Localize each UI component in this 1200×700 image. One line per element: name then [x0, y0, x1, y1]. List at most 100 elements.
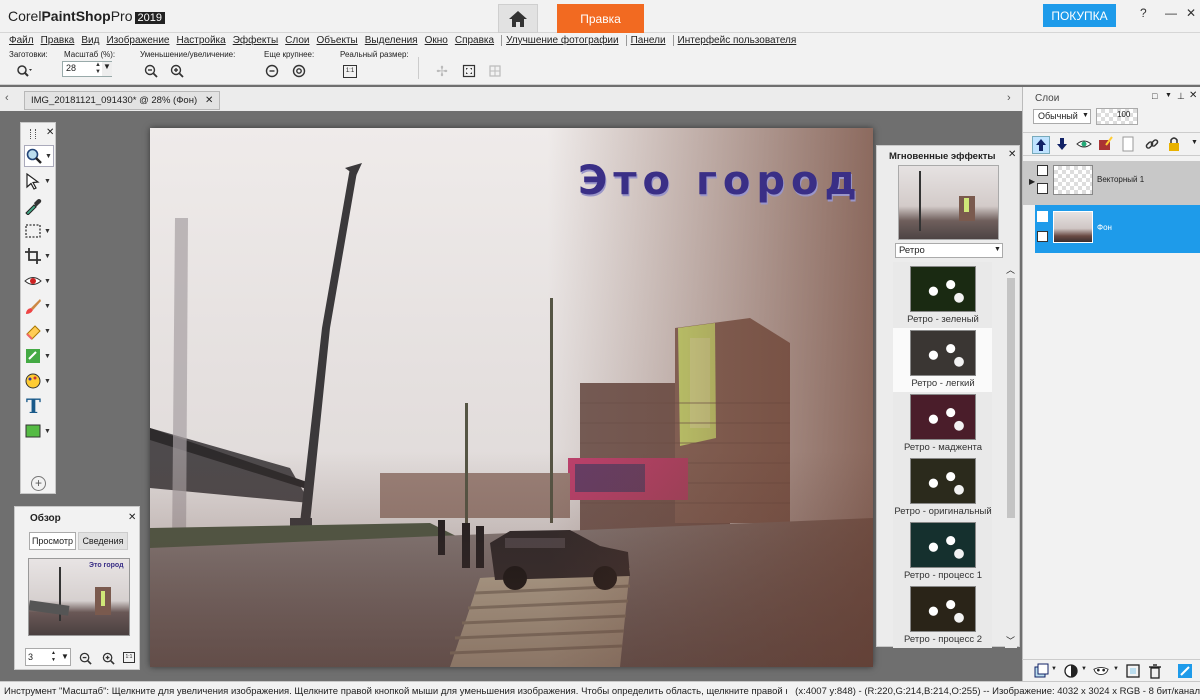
close-window-icon[interactable]: ✕: [1186, 6, 1196, 20]
effect-item-retro-process-1[interactable]: Ретро - процесс 1: [893, 520, 992, 584]
layer-row-background[interactable]: Фон: [1035, 205, 1200, 253]
color-tool[interactable]: ▼: [24, 370, 54, 392]
effect-item-retro-magenta[interactable]: Ретро - маджента: [893, 392, 992, 456]
tab-edit[interactable]: Правка: [557, 4, 644, 33]
layers-pin-icon[interactable]: ⊥: [1177, 91, 1185, 102]
effect-item-retro-green[interactable]: Ретро - зеленый: [893, 264, 992, 328]
zoom-more-out-button[interactable]: [264, 63, 280, 79]
tool-caret-icon[interactable]: ▼: [44, 328, 51, 335]
menu-image[interactable]: Изображение: [106, 35, 169, 46]
tab-info[interactable]: Сведения: [78, 532, 128, 550]
overview-thumbnail[interactable]: Это город: [28, 558, 130, 636]
blend-dropdown-icon[interactable]: ▼: [1082, 112, 1089, 119]
image-title-text[interactable]: Это город: [578, 158, 863, 204]
lock-layer-button[interactable]: [1166, 136, 1184, 154]
menu-objects[interactable]: Объекты: [317, 35, 358, 46]
opacity-field[interactable]: 100: [1096, 108, 1138, 125]
category-dropdown-icon[interactable]: ▼: [994, 246, 1001, 253]
tabs-scroll-right-icon[interactable]: ›: [1007, 92, 1011, 104]
effect-item-retro-process-2[interactable]: Ретро - процесс 2: [893, 584, 992, 648]
delete-layer-button[interactable]: [1147, 663, 1163, 679]
overview-zoom-input[interactable]: 3 ▲ ▼ ▼: [25, 648, 71, 666]
layer-visibility-button[interactable]: [1076, 136, 1094, 154]
tool-caret-icon[interactable]: ▼: [44, 303, 51, 310]
fill-tool[interactable]: ▼: [24, 345, 54, 367]
adjustment-layer-button[interactable]: [1063, 663, 1079, 679]
menu-effects[interactable]: Эффекты: [233, 35, 278, 46]
effect-item-retro-original[interactable]: Ретро - оригинальный: [893, 456, 992, 520]
document-tab[interactable]: IMG_20181121_091430* @ 28% (Фон) ✕: [24, 91, 220, 110]
overview-actual-size-button[interactable]: 1:1: [123, 652, 135, 663]
tabs-scroll-left-icon[interactable]: ‹: [5, 92, 9, 104]
adjustment-dropdown-icon[interactable]: ▼: [1081, 666, 1087, 672]
scroll-down-icon[interactable]: ﹀: [1006, 634, 1015, 647]
move-layer-up-button[interactable]: [1032, 136, 1050, 154]
layer-expand-icon[interactable]: ▶: [1029, 177, 1035, 186]
menu-edit[interactable]: Правка: [41, 35, 75, 46]
eraser-tool[interactable]: ▼: [24, 320, 54, 342]
menu-adjust[interactable]: Настройка: [176, 35, 225, 46]
mask-dropdown-icon[interactable]: ▼: [1113, 666, 1119, 672]
layers-close-icon[interactable]: ✕: [1189, 90, 1197, 101]
mask-button[interactable]: [1093, 663, 1109, 679]
shape-tool[interactable]: ▼: [24, 420, 54, 442]
buy-button[interactable]: ПОКУПКА: [1043, 4, 1116, 27]
home-button[interactable]: [498, 4, 538, 33]
pick-tool[interactable]: ▼: [24, 170, 54, 192]
layer-properties-button[interactable]: [1177, 663, 1193, 679]
overview-zoom-in-button[interactable]: [100, 650, 116, 666]
tool-caret-icon[interactable]: ▼: [45, 153, 52, 160]
layer-visibility-icon[interactable]: [1037, 183, 1048, 194]
overview-close-icon[interactable]: ✕: [128, 512, 136, 523]
move-layer-down-button[interactable]: [1054, 136, 1072, 154]
overview-zoom-spinner[interactable]: ▲ ▼: [51, 650, 56, 664]
redeye-tool[interactable]: ▼: [24, 270, 54, 292]
menu-palettes[interactable]: Панели: [631, 35, 666, 46]
close-tab-icon[interactable]: ✕: [205, 95, 213, 106]
scroll-up-icon[interactable]: ︿: [1006, 263, 1015, 276]
text-tool[interactable]: T: [24, 394, 54, 418]
menu-view[interactable]: Вид: [81, 35, 99, 46]
tab-preview[interactable]: Просмотр: [29, 532, 76, 550]
layer-tools-dropdown-icon[interactable]: ▼: [1191, 139, 1198, 146]
toolbar-grip-icon[interactable]: [30, 129, 36, 139]
add-tool-icon[interactable]: +: [31, 476, 46, 491]
presets-dropdown[interactable]: [16, 63, 32, 79]
layer-mask-button[interactable]: [1120, 136, 1138, 154]
tool-caret-icon[interactable]: ▼: [44, 353, 51, 360]
overview-zoom-out-button[interactable]: [77, 650, 93, 666]
scroll-thumb[interactable]: [1007, 278, 1015, 518]
zoom-in-button[interactable]: [169, 63, 185, 79]
layer-brush-button[interactable]: [1098, 136, 1116, 154]
menu-layers[interactable]: Слои: [285, 35, 309, 46]
menu-help[interactable]: Справка: [455, 35, 494, 46]
scale-dropdown-icon[interactable]: ▼: [102, 62, 112, 76]
tool-caret-icon[interactable]: ▼: [44, 428, 51, 435]
instant-effects-close-icon[interactable]: ✕: [1008, 149, 1016, 160]
dropper-tool[interactable]: [24, 195, 54, 217]
layers-menu-icon[interactable]: ▼: [1165, 92, 1172, 99]
layer-visibility-icon[interactable]: [1037, 231, 1048, 242]
tool-caret-icon[interactable]: ▼: [44, 228, 51, 235]
zoom-more-in-button[interactable]: [291, 63, 307, 79]
menu-file[interactable]: Файл: [9, 35, 34, 46]
minimize-icon[interactable]: —: [1165, 6, 1177, 20]
tool-caret-icon[interactable]: ▼: [44, 178, 51, 185]
tool-caret-icon[interactable]: ▼: [44, 253, 51, 260]
new-layer-dropdown-icon[interactable]: ▼: [1051, 666, 1057, 672]
zoom-tool[interactable]: ▼: [24, 145, 54, 167]
new-layer-button[interactable]: [1033, 663, 1049, 679]
crop-tool[interactable]: ▼: [24, 245, 54, 267]
group-layers-button[interactable]: [1125, 663, 1141, 679]
layers-restore-icon[interactable]: □: [1152, 91, 1157, 101]
menu-window[interactable]: Окно: [425, 35, 448, 46]
tool-caret-icon[interactable]: ▼: [44, 378, 51, 385]
effect-category-select[interactable]: Ретро ▼: [895, 243, 1003, 258]
toolbar-close-icon[interactable]: ✕: [46, 127, 54, 138]
layer-row-vector[interactable]: ▶ Векторный 1: [1023, 161, 1200, 205]
selection-tool[interactable]: ▼: [24, 220, 54, 242]
menu-user-interface[interactable]: Интерфейс пользователя: [678, 35, 797, 46]
actual-size-button[interactable]: 1:1: [343, 65, 357, 78]
help-icon[interactable]: ?: [1140, 6, 1147, 20]
effect-item-retro-light[interactable]: Ретро - легкий: [893, 328, 992, 392]
